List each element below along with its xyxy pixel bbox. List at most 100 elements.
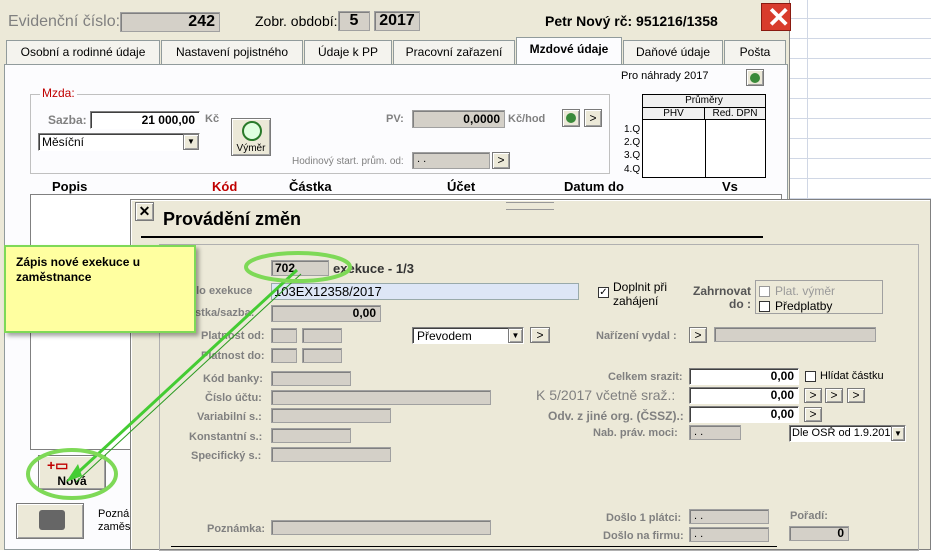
note-label: Pozná <box>98 508 130 520</box>
cislo-uctu-input[interactable] <box>271 390 491 405</box>
col-popis: Popis <box>52 179 88 194</box>
payment-value: Převodem <box>417 329 472 343</box>
hourly-label: Hodinový start. prům. od: <box>292 156 404 167</box>
close-button[interactable]: ✕ <box>761 2 791 33</box>
k5-label: K 5/2017 včetně sraž.: <box>536 387 676 403</box>
doslo-platci-input[interactable]: . . <box>689 509 769 524</box>
hourly-next-button[interactable]: > <box>492 152 510 169</box>
platnost-do-label: Platnost do: <box>201 350 265 362</box>
dialog-close-button[interactable]: ✕ <box>135 202 154 221</box>
k5-next-2[interactable]: > <box>825 388 843 403</box>
platnost-od-month[interactable] <box>302 328 342 343</box>
wage-type-select[interactable]: Měsíční ▼ <box>38 133 200 151</box>
quarter-4: 4.Q <box>624 164 641 175</box>
poznamka-input[interactable] <box>271 520 491 535</box>
code-value[interactable]: 702 <box>271 260 329 276</box>
poznamka-label: Poznámka: <box>207 523 266 535</box>
tab-udaje-pp[interactable]: Údaje k PP <box>304 40 392 64</box>
konstantni-input[interactable] <box>271 428 351 443</box>
tab-posta[interactable]: Pošta <box>724 40 786 64</box>
pv-label: PV: <box>386 113 404 125</box>
odv-input[interactable]: 0,00 <box>689 406 799 423</box>
k5-input[interactable]: 0,00 <box>689 387 799 404</box>
tab-pracovni[interactable]: Pracovní zařazení <box>393 40 515 64</box>
hlidat-checkbox[interactable] <box>805 371 816 382</box>
plat-vymer-label: Plat. výměr <box>775 284 836 298</box>
odv-next[interactable]: > <box>804 407 822 422</box>
chevron-down-icon[interactable]: ▼ <box>183 134 199 150</box>
pv-value: 0,0000 <box>412 110 505 128</box>
platnost-do-day[interactable] <box>271 348 297 363</box>
quarter-1: 1.Q <box>624 124 641 135</box>
nab-input[interactable]: . . <box>689 425 741 440</box>
col-castka: Částka <box>289 179 332 194</box>
tab-mzdove[interactable]: Mzdové údaje <box>516 37 622 65</box>
konstantni-label: Konstantní s.: <box>189 431 263 443</box>
plat-vymer-checkbox[interactable] <box>759 286 770 297</box>
poradi-input[interactable]: 0 <box>789 526 849 541</box>
pv-icon-button[interactable] <box>562 109 580 127</box>
doplnit-checkbox[interactable]: ✓ <box>598 287 609 298</box>
variabilni-label: Variabilní s.: <box>197 411 262 423</box>
payment-select[interactable]: Převodem ▼ <box>412 327 524 344</box>
person-info: Petr Nový rč: 951216/1358 <box>545 13 718 29</box>
new-button[interactable]: +▭ Nová <box>38 455 106 490</box>
narizeni-button[interactable]: > <box>689 327 707 343</box>
dialog-drag-handle[interactable] <box>506 202 554 210</box>
doslo-platci-label: Došlo 1 plátci: <box>606 512 682 524</box>
evid-value: 242 <box>120 12 220 32</box>
platnost-do-month[interactable] <box>302 348 342 363</box>
hourly-date[interactable]: . . <box>412 152 490 169</box>
predplatby-label: Předplatby <box>775 299 833 313</box>
tab-pojistne[interactable]: Nastavení pojistného <box>161 40 303 64</box>
callout-text: Zápis nové exekuce u zaměstnance <box>16 255 141 284</box>
celkem-input[interactable]: 0,00 <box>689 368 799 385</box>
print-button[interactable] <box>16 503 84 539</box>
tab-osobni[interactable]: Osobní a rodinné údaje <box>6 40 160 64</box>
k5-next-1[interactable]: > <box>804 388 822 403</box>
payment-next-button[interactable]: > <box>530 327 550 343</box>
chevron-down-icon[interactable]: ▼ <box>891 426 905 441</box>
doslo-firmu-input[interactable]: . . <box>689 527 769 542</box>
nab-label: Nab. práv. moci: <box>593 427 678 439</box>
period-label: Zobr. období: <box>255 13 338 29</box>
doplnit-label: Doplnit při zahájení <box>613 280 668 308</box>
vymer-button[interactable]: Výměr <box>231 118 271 156</box>
specificky-input[interactable] <box>271 447 391 462</box>
tab-danove[interactable]: Daňové údaje <box>623 40 723 64</box>
averages-col-phv: PHV <box>643 108 705 120</box>
zahrnovat-label: Zahrnovat do : <box>692 284 751 311</box>
celkem-label: Celkem srazit: <box>608 371 683 383</box>
kod-banky-label: Kód banky: <box>203 373 263 385</box>
pv-next-button[interactable]: > <box>584 109 602 127</box>
dialog-title: Provádění změn <box>163 209 302 229</box>
vymer-label: Výměr <box>236 143 266 154</box>
platnost-od-day[interactable] <box>271 328 297 343</box>
clock-icon <box>242 121 262 141</box>
chevron-down-icon[interactable]: ▼ <box>508 328 523 343</box>
castka-input[interactable]: 0,00 <box>271 305 381 322</box>
period-month[interactable]: 5 <box>338 11 370 31</box>
predplatby-checkbox[interactable] <box>759 301 770 312</box>
osr-select[interactable]: Dle OSŘ od 1.9.201 ▼ <box>789 425 906 442</box>
k5-next-3[interactable]: > <box>847 388 865 403</box>
averages-table: Průměry PHV Red. DPN <box>642 94 766 178</box>
col-vs: Vs <box>722 179 738 194</box>
cislo-uctu-label: Číslo účtu: <box>205 392 262 404</box>
period-year[interactable]: 2017 <box>374 11 420 31</box>
replacement-button[interactable] <box>746 69 764 86</box>
doslo-firmu-label: Došlo na firmu: <box>603 530 684 542</box>
quarter-2: 2.Q <box>624 137 641 148</box>
narizeni-input[interactable] <box>714 327 876 342</box>
variabilni-input[interactable] <box>271 408 391 423</box>
kod-banky-input[interactable] <box>271 371 351 386</box>
sazba-input[interactable]: 21 000,00 <box>90 111 200 129</box>
specificky-label: Specifický s.: <box>191 450 262 462</box>
quarter-3: 3.Q <box>624 150 641 161</box>
cislo-input[interactable]: 103EX12358/2017 <box>271 283 579 300</box>
col-ucet: Účet <box>447 179 476 194</box>
poradi-label: Pořadí: <box>790 510 828 522</box>
printer-icon <box>39 510 65 530</box>
close-icon: ✕ <box>767 2 791 33</box>
narizeni-label: Nařízení vydal : <box>596 330 677 342</box>
